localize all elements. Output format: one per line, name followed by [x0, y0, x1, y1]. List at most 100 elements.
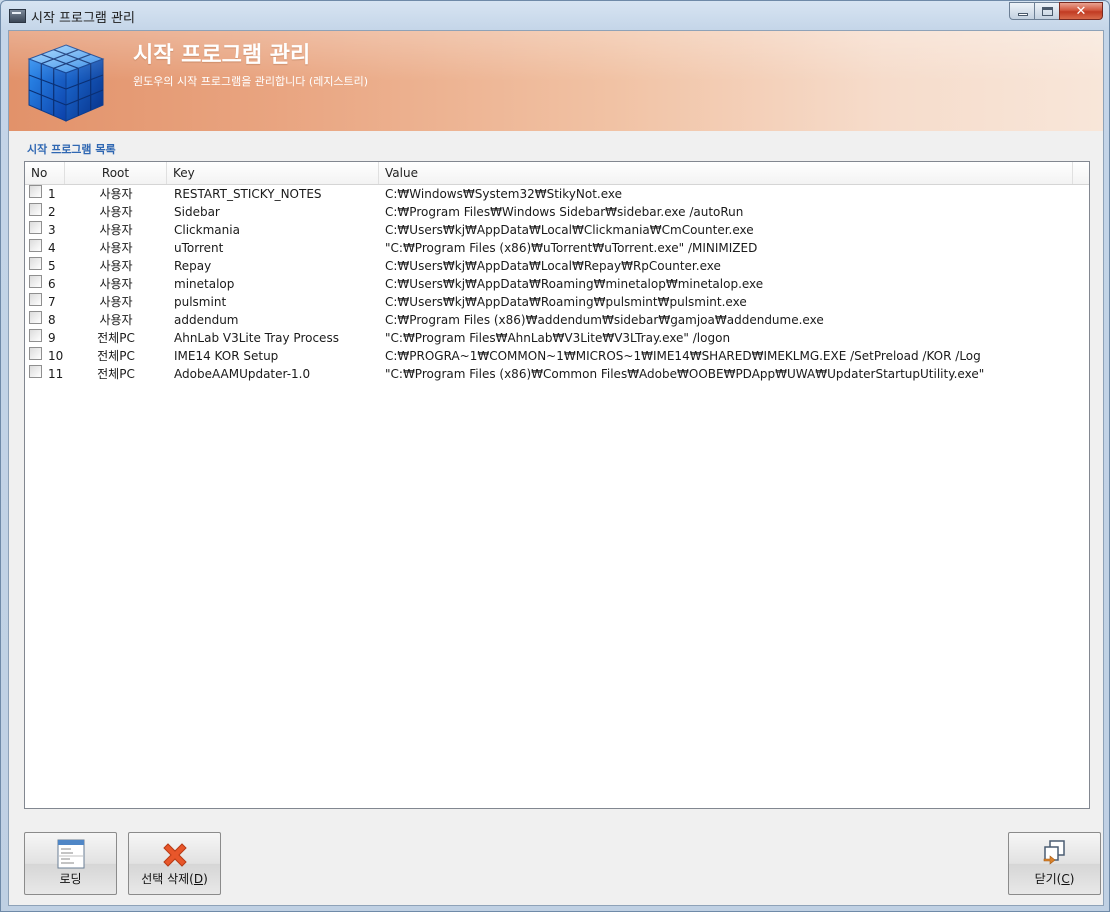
maximize-icon — [1042, 7, 1053, 16]
column-header-key[interactable]: Key — [167, 162, 379, 184]
list-header: No Root Key Value — [25, 162, 1089, 185]
window-title: 시작 프로그램 관리 — [31, 11, 135, 26]
row-key: minetalop — [174, 277, 235, 291]
row-checkbox[interactable] — [29, 239, 42, 252]
row-root: 사용자 — [99, 259, 133, 273]
row-value: C:₩Windows₩System32₩StikyNot.exe — [385, 187, 623, 201]
row-checkbox[interactable] — [29, 185, 42, 198]
row-value: C:₩Users₩kj₩AppData₩Local₩Repay₩RpCounte… — [385, 259, 721, 273]
header-banner: 시작 프로그램 관리 윈도우의 시작 프로그램을 관리합니다 (레지스트리) — [9, 31, 1103, 131]
row-value: C:₩Program Files₩Windows Sidebar₩sidebar… — [385, 205, 744, 219]
row-value: C:₩Users₩kj₩AppData₩Roaming₩minetalop₩mi… — [385, 277, 764, 291]
row-key: AhnLab V3Lite Tray Process — [174, 331, 339, 345]
row-key: pulsmint — [174, 295, 227, 309]
row-checkbox[interactable] — [29, 257, 42, 270]
delete-hotkey: D — [193, 872, 204, 886]
table-row[interactable]: 5 사용자 Repay C:₩Users₩kj₩AppData₩Local₩Re… — [25, 257, 1089, 275]
title-bar[interactable]: 시작 프로그램 관리 ✕ — [1, 1, 1109, 29]
red-x-icon — [162, 843, 187, 867]
row-no: 1 — [48, 187, 56, 201]
row-checkbox[interactable] — [29, 275, 42, 288]
row-root: 전체PC — [97, 367, 135, 381]
row-checkbox[interactable] — [29, 203, 42, 216]
row-no: 10 — [48, 349, 64, 363]
row-root: 사용자 — [99, 241, 133, 255]
table-row[interactable]: 4 사용자 uTorrent "C:₩Program Files (x86)₩u… — [25, 239, 1089, 257]
row-root: 사용자 — [99, 223, 133, 237]
row-checkbox[interactable] — [29, 293, 42, 306]
delete-button-label: 선택 삭제( — [141, 872, 194, 886]
table-row[interactable]: 9 전체PC AhnLab V3Lite Tray Process "C:₩Pr… — [25, 329, 1089, 347]
table-row[interactable]: 2 사용자 Sidebar C:₩Program Files₩Windows S… — [25, 203, 1089, 221]
banner-subtitle: 윈도우의 시작 프로그램을 관리합니다 (레지스트리) — [133, 75, 369, 88]
row-no: 3 — [48, 223, 56, 237]
delete-button-suffix: ) — [203, 872, 208, 886]
row-checkbox[interactable] — [29, 221, 42, 234]
row-root: 사용자 — [99, 295, 133, 309]
row-no: 7 — [48, 295, 56, 309]
table-row[interactable]: 6 사용자 minetalop C:₩Users₩kj₩AppData₩Roam… — [25, 275, 1089, 293]
close-button-label-wrap: 닫기(C) — [1009, 870, 1100, 887]
row-key: uTorrent — [174, 241, 224, 255]
row-root: 사용자 — [99, 277, 133, 291]
load-button[interactable]: 로딩 — [24, 832, 117, 895]
row-no: 8 — [48, 313, 56, 327]
close-button[interactable]: 닫기(C) — [1008, 832, 1101, 895]
row-value: C:₩Users₩kj₩AppData₩Roaming₩pulsmint₩pul… — [385, 295, 747, 309]
table-row[interactable]: 10 전체PC IME14 KOR Setup C:₩PROGRA~1₩COMM… — [25, 347, 1089, 365]
load-button-label: 로딩 — [59, 872, 82, 886]
window-controls: ✕ — [1009, 2, 1103, 21]
row-no: 9 — [48, 331, 56, 345]
row-root: 전체PC — [97, 349, 135, 363]
client-area: 시작 프로그램 관리 윈도우의 시작 프로그램을 관리합니다 (레지스트리) 시… — [8, 30, 1104, 906]
close-button-suffix: ) — [1069, 872, 1075, 886]
table-row[interactable]: 3 사용자 Clickmania C:₩Users₩kj₩AppData₩Loc… — [25, 221, 1089, 239]
column-header-root[interactable]: Root — [65, 162, 167, 184]
cube-logo-icon — [27, 44, 105, 122]
column-header-no[interactable]: No — [25, 162, 65, 184]
close-hotkey: C — [1061, 872, 1070, 886]
row-no: 6 — [48, 277, 56, 291]
row-no: 5 — [48, 259, 56, 273]
table-row[interactable]: 7 사용자 pulsmint C:₩Users₩kj₩AppData₩Roami… — [25, 293, 1089, 311]
row-root: 사용자 — [99, 205, 133, 219]
banner-title: 시작 프로그램 관리 — [133, 43, 311, 68]
row-no: 11 — [48, 367, 64, 381]
startup-list-label: 시작 프로그램 목록 — [27, 143, 116, 156]
row-value: "C:₩Program Files₩AhnLab₩V3Lite₩V3LTray.… — [385, 331, 731, 345]
column-header-value[interactable]: Value — [379, 162, 1073, 184]
table-row[interactable]: 11 전체PC AdobeAAMUpdater-1.0 "C:₩Program … — [25, 365, 1089, 383]
row-checkbox[interactable] — [29, 365, 42, 378]
minimize-button[interactable] — [1009, 2, 1035, 20]
file-menu-icon — [57, 839, 84, 869]
row-key: RESTART_STICKY_NOTES — [174, 187, 322, 201]
app-window-icon[interactable] — [9, 9, 26, 23]
row-no: 2 — [48, 205, 56, 219]
row-value: C:₩Program Files (x86)₩addendum₩sidebar₩… — [385, 313, 824, 327]
row-value: "C:₩Program Files (x86)₩Common Files₩Ado… — [385, 367, 985, 381]
delete-button-label-wrap: 선택 삭제(D) — [129, 870, 220, 887]
row-root: 사용자 — [99, 187, 133, 201]
row-key: Sidebar — [174, 205, 220, 219]
row-root: 사용자 — [99, 313, 133, 327]
row-key: Clickmania — [174, 223, 240, 237]
row-root: 전체PC — [97, 331, 135, 345]
table-row[interactable]: 8 사용자 addendum C:₩Program Files (x86)₩ad… — [25, 311, 1089, 329]
table-row[interactable]: 1 사용자 RESTART_STICKY_NOTES C:₩Windows₩Sy… — [25, 185, 1089, 203]
row-key: IME14 KOR Setup — [174, 349, 279, 363]
minimize-icon — [1018, 13, 1028, 16]
row-key: Repay — [174, 259, 212, 273]
row-value: C:₩PROGRA~1₩COMMON~1₩MICROS~1₩IME14₩SHAR… — [385, 349, 981, 363]
row-checkbox[interactable] — [29, 329, 42, 342]
row-checkbox[interactable] — [29, 347, 42, 360]
close-icon: ✕ — [1075, 4, 1087, 19]
row-key: AdobeAAMUpdater-1.0 — [174, 367, 311, 381]
row-value: "C:₩Program Files (x86)₩uTorrent₩uTorren… — [385, 241, 758, 255]
delete-selected-button[interactable]: 선택 삭제(D) — [128, 832, 221, 895]
maximize-button[interactable] — [1034, 2, 1060, 20]
list-rows: 1 사용자 RESTART_STICKY_NOTES C:₩Windows₩Sy… — [25, 185, 1089, 383]
row-checkbox[interactable] — [29, 311, 42, 324]
startup-list[interactable]: No Root Key Value 1 사용자 RESTART_STICKY_N… — [24, 161, 1090, 809]
close-button-label: 닫기( — [1034, 872, 1062, 886]
close-window-button[interactable]: ✕ — [1059, 2, 1103, 20]
